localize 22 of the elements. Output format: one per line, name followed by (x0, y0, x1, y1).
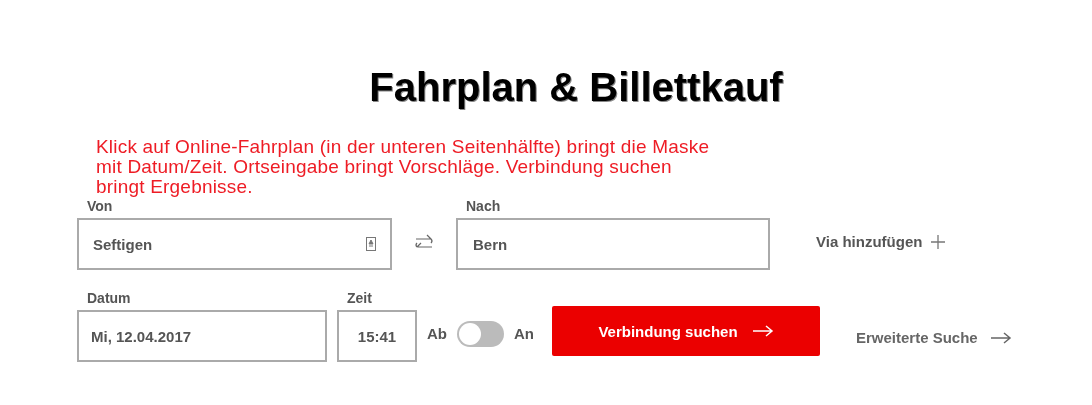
toggle-label: Ab (427, 325, 447, 342)
departure-arrival-toggle[interactable] (457, 321, 504, 347)
annotation-text: bringt Ergebnisse. (96, 177, 253, 197)
arrow-right-icon (989, 331, 1012, 344)
time-field[interactable]: 15:41 (337, 310, 417, 362)
to-field[interactable]: Bern (456, 218, 770, 270)
field-label: Zeit (347, 290, 372, 306)
plus-icon (930, 233, 947, 250)
from-field[interactable]: Seftigen (77, 218, 392, 270)
search-button[interactable]: Verbindung suchen (552, 306, 820, 356)
page-title: Fahrplan & Billettkauf (368, 64, 784, 111)
field-label: Datum (87, 290, 131, 306)
arrow-right-icon (751, 325, 774, 337)
advanced-search-link[interactable]: Erweiterte Suche (856, 329, 1012, 346)
field-label: Von (87, 198, 113, 214)
annotation-text: Klick auf Online-Fahrplan (in der unteren Seitenhälfte) bringt die Maske (96, 137, 710, 157)
date-field[interactable]: Mi, 12.04.2017 (77, 310, 327, 362)
toggle-label: An (514, 325, 534, 342)
location-icon (366, 237, 376, 251)
annotation-text: mit Datum/Zeit. Ortseingabe bringt Vorschläge. Verbindung suchen (96, 157, 672, 177)
field-label: Nach (466, 198, 501, 214)
add-via-link[interactable]: Via hinzufügen (816, 233, 947, 250)
